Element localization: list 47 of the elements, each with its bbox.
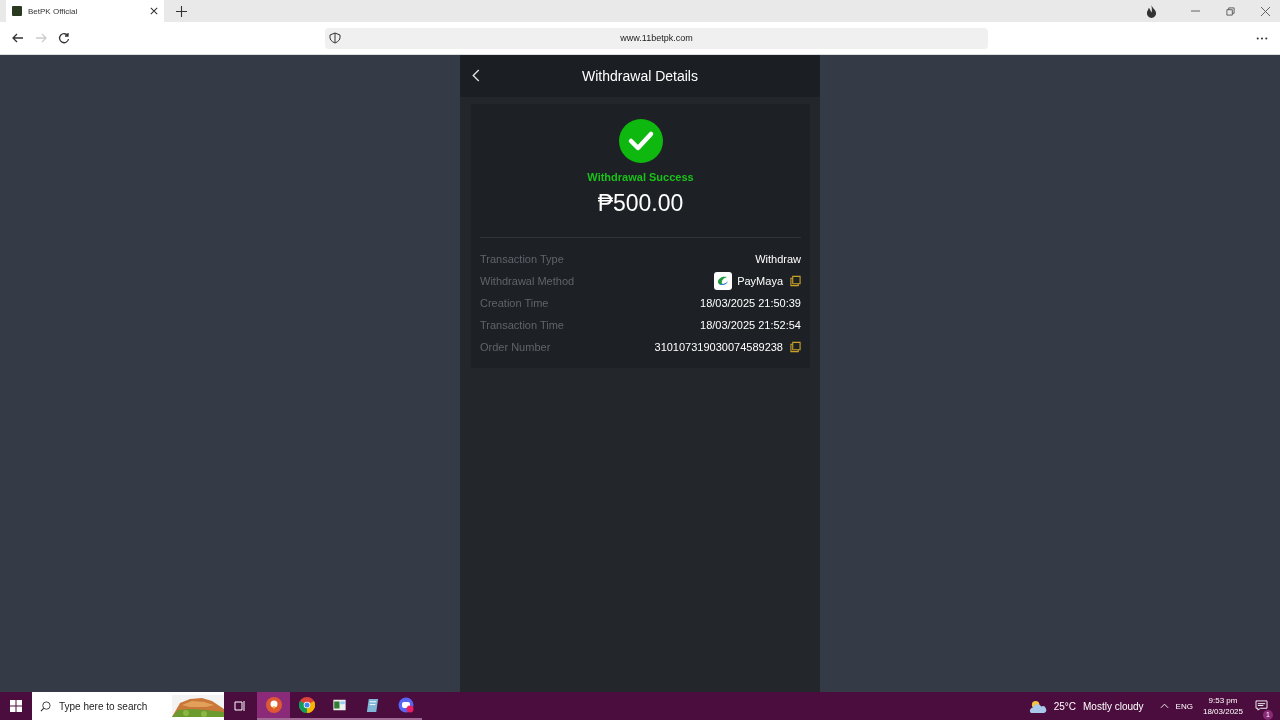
temperature: 25°C [1053,700,1077,712]
copy-icon[interactable] [790,275,801,287]
more-icon[interactable] [1256,36,1268,40]
status-text: Withdrawal Success [587,171,694,183]
detail-value: 18/03/2025 21:50:39 [700,297,801,309]
detail-label: Transaction Time [480,319,564,331]
new-tab-icon[interactable] [176,5,187,17]
taskbar-app[interactable] [257,692,290,720]
page-title: Withdrawal Details [582,68,698,84]
copy-icon[interactable] [790,341,801,353]
close-tab-icon[interactable] [150,7,158,15]
detail-value: Withdraw [755,253,801,265]
weather-text: Mostly cloudy [1083,700,1144,712]
weather-icon[interactable] [1027,698,1047,714]
detail-label: Withdrawal Method [480,275,575,287]
close-icon[interactable] [1261,6,1270,16]
language-indicator[interactable]: ENG [1175,701,1193,711]
search-field[interactable]: Type here to search [32,692,224,720]
restore-icon[interactable] [1226,6,1235,16]
detail-value: 310107319030074589238 [654,341,783,353]
detail-value: PayMaya [737,275,783,287]
wallet-logo-icon [714,272,733,290]
detail-label: Creation Time [480,297,549,309]
clock[interactable]: 9:53 pm 18/03/2025 [1202,695,1243,717]
detail-label: Order Number [480,341,551,353]
notification-icon[interactable] [1255,700,1268,711]
tab-title: BetPK Official [28,6,79,16]
shield-icon[interactable] [329,32,341,44]
address-bar[interactable]: www.11betpk.com [325,27,988,49]
check-icon [618,119,663,163]
window-icon [332,698,347,712]
notepad-icon [365,697,380,713]
search-icon [40,700,51,712]
site-icon [12,6,22,16]
back-icon[interactable] [12,32,24,44]
duck-icon [265,697,282,713]
amount: ₱500.00 [597,190,684,217]
chevron-up-icon[interactable] [1159,703,1169,709]
browser-icon [298,697,315,713]
chat-icon [397,697,414,713]
reload-icon[interactable] [58,32,70,44]
detail-label: Transaction Type [480,253,564,265]
browser-tab[interactable]: BetPK Official [6,0,164,22]
detail-value: 18/03/2025 21:52:54 [700,319,801,331]
windows-icon[interactable] [10,700,22,712]
flame-icon[interactable] [1146,4,1157,18]
task-view-icon[interactable] [234,700,246,712]
